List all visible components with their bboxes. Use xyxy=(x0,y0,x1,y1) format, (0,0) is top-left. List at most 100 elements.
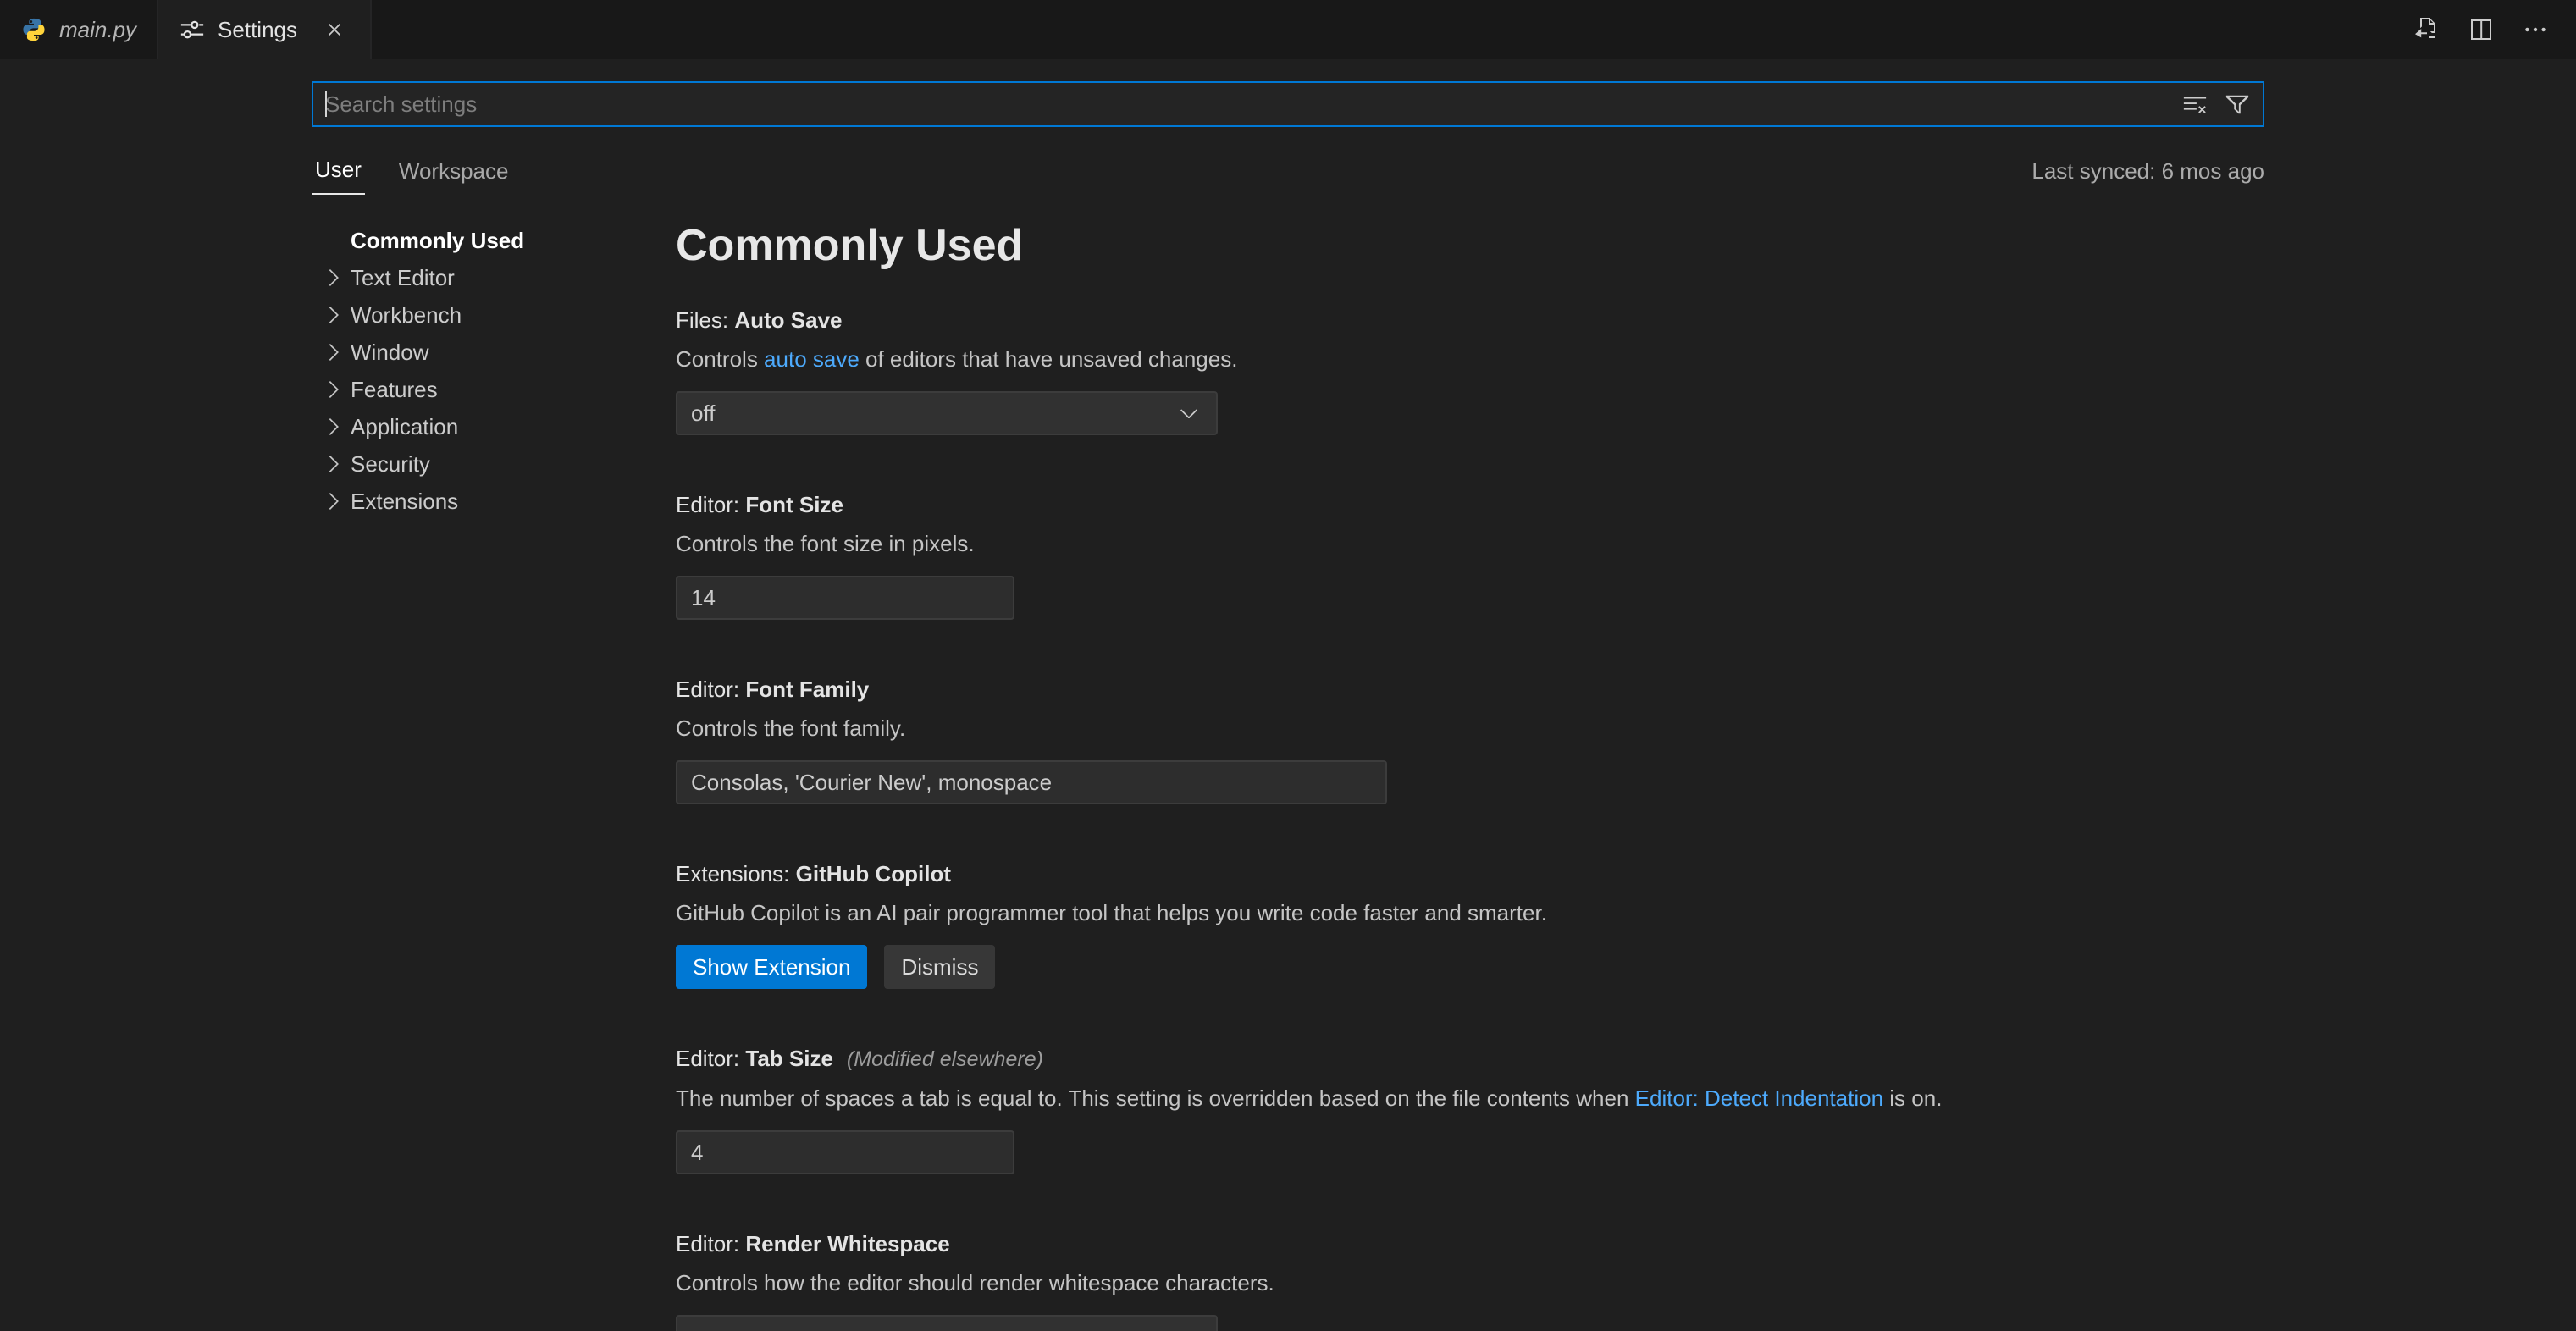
setting-description-text: GitHub Copilot is an AI pair programmer … xyxy=(676,900,1547,925)
setting-row-editor-font-family: Editor: Font Family Controls the font fam… xyxy=(676,676,2264,804)
setting-description-text: Controls xyxy=(676,346,764,372)
setting-category: Editor: xyxy=(676,1231,745,1256)
more-actions-icon[interactable] xyxy=(2522,16,2549,43)
chevron-right-icon xyxy=(320,376,347,403)
editor-tab-size-input[interactable] xyxy=(676,1130,1014,1174)
editor-font-family-input[interactable] xyxy=(676,760,1387,804)
setting-description-text: is on. xyxy=(1883,1085,1942,1111)
setting-category: Extensions: xyxy=(676,861,796,886)
setting-category: Editor: xyxy=(676,1046,745,1071)
setting-title: Files: Auto Save xyxy=(676,307,2264,334)
close-icon[interactable] xyxy=(319,14,350,45)
tab-main-py[interactable]: main.py xyxy=(0,0,158,59)
setting-description-text: Controls the font family. xyxy=(676,715,905,741)
setting-description-text: The number of spaces a tab is equal to. … xyxy=(676,1085,1635,1111)
chevron-right-icon xyxy=(320,264,347,291)
settings-list: Files: Auto Save Controls auto save of ed… xyxy=(676,307,2264,1331)
setting-name: Font Size xyxy=(745,492,843,517)
setting-name: Tab Size xyxy=(745,1046,833,1071)
chevron-right-icon xyxy=(320,413,347,440)
setting-control xyxy=(676,760,2264,804)
setting-description-link[interactable]: auto save xyxy=(764,346,860,372)
text-caret xyxy=(325,91,327,117)
open-settings-json-icon[interactable] xyxy=(2413,16,2441,43)
setting-row-editor-tab-size: Editor: Tab Size (Modified elsewhere) The … xyxy=(676,1045,2264,1174)
setting-title: Editor: Font Size xyxy=(676,491,2264,518)
dismiss-button[interactable]: Dismiss xyxy=(884,945,995,989)
setting-title: Editor: Tab Size (Modified elsewhere) xyxy=(676,1045,2264,1073)
setting-control: Show Extension Dismiss xyxy=(676,945,2264,989)
python-icon xyxy=(20,16,47,43)
setting-description-text: Controls the font size in pixels. xyxy=(676,531,975,556)
toc-item-label: Security xyxy=(351,451,430,478)
toc-item-extensions[interactable]: Extensions xyxy=(312,483,676,520)
setting-description: Controls auto save of editors that have … xyxy=(676,345,2264,373)
setting-control: off xyxy=(676,391,2264,435)
show-extension-button[interactable]: Show Extension xyxy=(676,945,867,989)
tab-settings[interactable]: Settings xyxy=(158,0,372,59)
setting-row-extensions-github-copilot: Extensions: GitHub CopilotGitHub Copilot… xyxy=(676,860,2264,989)
tab-label: Settings xyxy=(218,17,297,43)
setting-name: GitHub Copilot xyxy=(796,861,951,886)
chevron-right-icon xyxy=(320,488,347,515)
chevron-down-icon xyxy=(1175,400,1202,427)
setting-title: Extensions: GitHub Copilot xyxy=(676,860,2264,887)
toc-item-label: Text Editor xyxy=(351,265,455,291)
search-settings-input[interactable] xyxy=(313,91,2178,118)
toc-item-features[interactable]: Features xyxy=(312,371,676,408)
settings-search-row xyxy=(0,59,2576,127)
toc-item-workbench[interactable]: Workbench xyxy=(312,296,676,334)
tab-label: main.py xyxy=(59,17,136,43)
setting-description-link[interactable]: Editor: Detect Indentation xyxy=(1635,1085,1883,1111)
settings-toc: Commonly Used Text Editor Workbench Window F… xyxy=(312,195,676,1331)
setting-description: Controls how the editor should render wh… xyxy=(676,1269,2264,1296)
split-editor-icon[interactable] xyxy=(2468,16,2495,43)
toc-item-text-editor[interactable]: Text Editor xyxy=(312,259,676,296)
setting-modified-badge: (Modified elsewhere) xyxy=(847,1047,1043,1071)
settings-icon xyxy=(179,16,206,43)
editor-font-size-input[interactable] xyxy=(676,576,1014,620)
tab-user-settings[interactable]: User xyxy=(312,157,365,195)
toc-item-window[interactable]: Window xyxy=(312,334,676,371)
setting-name: Font Family xyxy=(745,677,869,702)
setting-row-editor-font-size: Editor: Font Size Controls the font size … xyxy=(676,491,2264,620)
filter-settings-icon[interactable] xyxy=(2220,87,2254,121)
setting-control xyxy=(676,1315,2264,1331)
tab-workspace-settings[interactable]: Workspace xyxy=(395,158,512,195)
setting-description-text: Controls how the editor should render wh… xyxy=(676,1270,1274,1295)
editor-render-whitespace-select[interactable] xyxy=(676,1315,1218,1331)
setting-description: Controls the font family. xyxy=(676,715,2264,742)
toc-item-label: Window xyxy=(351,340,428,366)
setting-description: Controls the font size in pixels. xyxy=(676,530,2264,557)
toc-item-label: Extensions xyxy=(351,489,458,515)
toc-item-commonly-used[interactable]: Commonly Used xyxy=(312,222,676,259)
settings-scope-row: User Workspace Last synced: 6 mos ago xyxy=(0,147,2576,195)
setting-name: Render Whitespace xyxy=(745,1231,949,1256)
toc-item-application[interactable]: Application xyxy=(312,408,676,445)
toc-item-label: Commonly Used xyxy=(351,228,524,254)
setting-row-editor-render-whitespace: Editor: Render Whitespace Controls how th… xyxy=(676,1230,2264,1331)
settings-search-box xyxy=(312,81,2264,127)
settings-group-heading: Commonly Used xyxy=(676,218,2264,273)
last-synced-status: Last synced: 6 mos ago xyxy=(2032,158,2264,195)
settings-content: Commonly Used Files: Auto Save Controls a… xyxy=(676,195,2264,1331)
setting-category: Editor: xyxy=(676,492,745,517)
clear-search-icon[interactable] xyxy=(2178,87,2212,121)
toc-item-security[interactable]: Security xyxy=(312,445,676,483)
setting-description: GitHub Copilot is an AI pair programmer … xyxy=(676,899,2264,926)
toc-item-label: Workbench xyxy=(351,302,462,329)
setting-row-files-auto-save: Files: Auto Save Controls auto save of ed… xyxy=(676,307,2264,435)
setting-description: The number of spaces a tab is equal to. … xyxy=(676,1085,2264,1112)
editor-tab-bar: main.py Settings xyxy=(0,0,2576,59)
editor-actions xyxy=(2413,0,2576,59)
setting-name: Auto Save xyxy=(734,307,842,333)
setting-control xyxy=(676,1130,2264,1174)
toc-item-label: Application xyxy=(351,414,458,440)
chevron-right-icon xyxy=(320,301,347,329)
setting-title: Editor: Render Whitespace xyxy=(676,1230,2264,1257)
setting-description-text: of editors that have unsaved changes. xyxy=(860,346,1238,372)
settings-body: Commonly Used Text Editor Workbench Window F… xyxy=(0,195,2576,1331)
setting-title: Editor: Font Family xyxy=(676,676,2264,703)
vscode-window: main.py Settings xyxy=(0,0,2576,1331)
files-auto-save-select[interactable]: off xyxy=(676,391,1218,435)
